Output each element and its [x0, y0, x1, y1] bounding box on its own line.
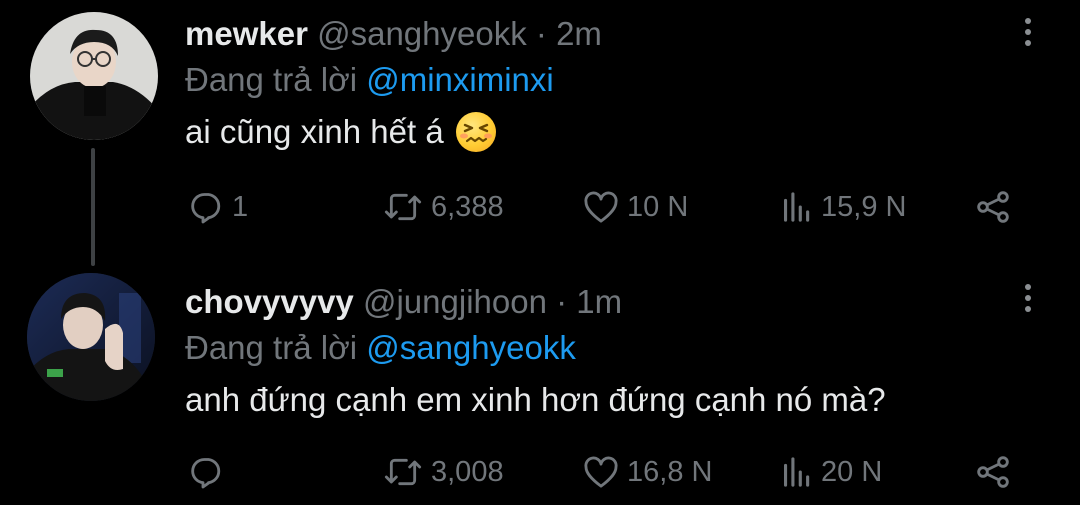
avatar[interactable] [30, 12, 158, 140]
reply-icon [191, 193, 221, 224]
tweet-text: ai cũng xinh hết á [185, 112, 1010, 152]
reply-button[interactable] [186, 447, 232, 497]
retweet-count: 6,388 [431, 190, 504, 223]
reply-count: 1 [232, 190, 249, 223]
tweet-text-content: anh đứng cạnh em xinh hơn đứng cạnh nó m… [185, 381, 886, 418]
separator: · [556, 283, 568, 320]
timestamp[interactable]: 1m [576, 283, 622, 320]
tweet-actions: 1 6,388 10 N 15,9 N [0, 182, 1080, 232]
tweet-header: mewker @sanghyeokk · 2m [185, 14, 1010, 54]
share-icon [977, 191, 1009, 223]
mention-link[interactable]: @sanghyeokk [366, 329, 576, 366]
separator: · [535, 15, 547, 52]
retweet-icon [384, 193, 422, 221]
tweet-text-content: ai cũng xinh hết á [185, 113, 444, 150]
share-button[interactable] [972, 447, 1014, 497]
replying-to: Đang trả lời @minximinxi [185, 60, 1010, 100]
views-icon [783, 457, 810, 487]
more-vertical-icon[interactable] [1016, 12, 1040, 52]
tweet-body: chovyvyvy @jungjihoon · 1m Đang trả lời … [185, 282, 1010, 420]
views-icon [783, 192, 810, 222]
tweet[interactable]: chovyvyvy @jungjihoon · 1m Đang trả lời … [0, 262, 1080, 505]
retweet-button[interactable]: 3,008 [381, 447, 504, 497]
tweet-body: mewker @sanghyeokk · 2m Đang trả lời @mi… [185, 14, 1010, 152]
share-button[interactable] [972, 182, 1014, 232]
tweet-actions: 3,008 16,8 N 20 N [0, 447, 1080, 497]
replying-to: Đang trả lời @sanghyeokk [185, 328, 1010, 368]
tweet[interactable]: mewker @sanghyeokk · 2m Đang trả lời @mi… [0, 0, 1080, 266]
like-count: 16,8 N [627, 455, 713, 488]
heart-icon [584, 191, 618, 223]
retweet-button[interactable]: 6,388 [381, 182, 504, 232]
mention-link[interactable]: @minximinxi [366, 61, 554, 98]
tweet-text: anh đứng cạnh em xinh hơn đứng cạnh nó m… [185, 380, 1010, 420]
heart-icon [584, 456, 618, 488]
view-count: 20 N [821, 455, 883, 488]
avatar[interactable] [27, 273, 155, 401]
tweet-header: chovyvyvy @jungjihoon · 1m [185, 282, 1010, 322]
display-name[interactable]: mewker [185, 15, 308, 52]
like-count: 10 N [627, 190, 689, 223]
retweet-icon [384, 458, 422, 486]
confounded-face-emoji-icon [455, 112, 496, 152]
share-icon [977, 456, 1009, 488]
display-name[interactable]: chovyvyvy [185, 283, 354, 320]
reply-prefix: Đang trả lời [185, 61, 358, 98]
timestamp[interactable]: 2m [556, 15, 602, 52]
reply-prefix: Đang trả lời [185, 329, 358, 366]
retweet-count: 3,008 [431, 455, 504, 488]
like-button[interactable]: 10 N [581, 182, 688, 232]
reply-button[interactable]: 1 [186, 182, 248, 232]
views-button[interactable]: 15,9 N [779, 182, 906, 232]
like-button[interactable]: 16,8 N [581, 447, 712, 497]
more-vertical-icon[interactable] [1016, 278, 1040, 318]
view-count: 15,9 N [821, 190, 907, 223]
reply-icon [191, 458, 221, 489]
views-button[interactable]: 20 N [779, 447, 882, 497]
handle[interactable]: @sanghyeokk [317, 15, 527, 52]
handle[interactable]: @jungjihoon [363, 283, 547, 320]
